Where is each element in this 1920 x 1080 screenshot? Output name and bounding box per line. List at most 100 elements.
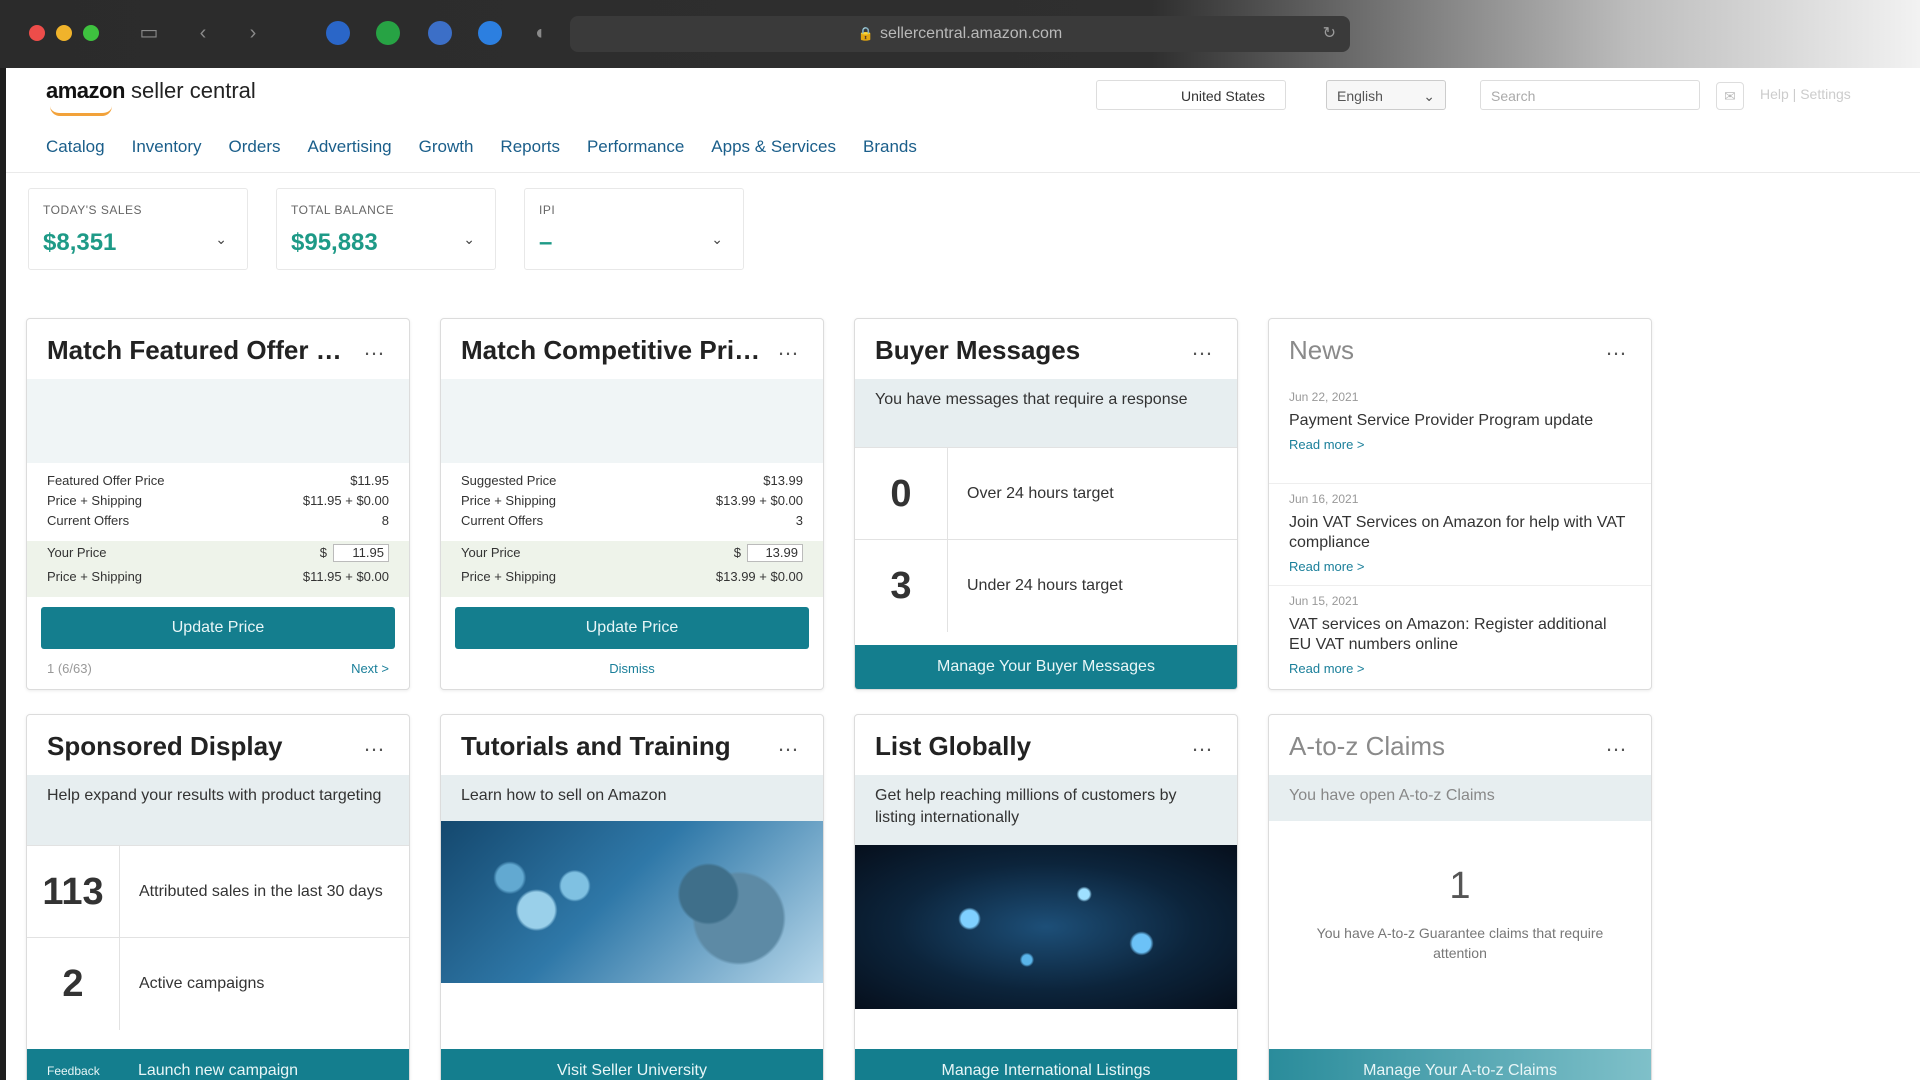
nav-reports[interactable]: Reports [500,130,560,164]
stat-number: 2 [27,938,120,1030]
more-options-icon[interactable]: … [1191,337,1213,359]
chevron-down-icon[interactable]: ⌄ [711,231,723,248]
card-subtitle-band: Help expand your results with product ta… [27,775,409,845]
nav-growth[interactable]: Growth [419,130,474,164]
more-options-icon[interactable]: … [363,733,385,755]
price-row: Current Offers 8 [47,513,389,528]
nav-apps-services[interactable]: Apps & Services [711,130,836,164]
language-selector[interactable]: English ⌄ [1326,80,1446,110]
update-price-button[interactable]: Update Price [41,607,395,649]
amazon-seller-central-logo[interactable]: amazon seller central [46,78,256,116]
next-link[interactable]: Next > [351,661,389,676]
extension-icon-globe[interactable] [428,21,452,45]
zoom-window-button[interactable] [83,25,99,41]
more-options-icon[interactable]: … [777,337,799,359]
chevron-down-icon: ⌄ [1423,88,1435,104]
chevron-down-icon[interactable]: ⌄ [463,231,475,248]
stat-number: 113 [27,846,120,938]
your-price-input[interactable]: 13.99 [747,544,803,562]
feedback-tab[interactable]: Feedback [47,1049,100,1080]
more-options-icon[interactable]: … [1605,733,1627,755]
card-subtitle-band: You have open A-to-z Claims [1269,775,1651,821]
help-settings-links[interactable]: Help | Settings [1760,86,1851,102]
more-options-icon[interactable]: … [1191,733,1213,755]
news-headline[interactable]: Join VAT Services on Amazon for help wit… [1289,513,1631,553]
search-input[interactable]: Search [1480,80,1700,110]
card-title: News [1289,335,1355,365]
card-title: Buyer Messages [875,335,1081,365]
world-map-photo [855,845,1237,1009]
news-card: News … Jun 22, 2021 Payment Service Prov… [1268,318,1652,690]
message-label: Over 24 hours target [967,485,1114,502]
news-divider [1269,483,1651,484]
price-row: Price + Shipping $13.99 + $0.00 [461,493,803,508]
message-label: Under 24 hours target [967,577,1123,594]
manage-claims-button[interactable]: Manage Your A-to-z Claims [1269,1049,1651,1080]
extension-icon-shield[interactable] [478,21,502,45]
ipi-widget[interactable]: IPI – ⌄ [524,188,744,270]
your-price-label: Your Price [47,545,107,560]
price-row: Featured Offer Price $11.95 [47,473,389,488]
button-label: Launch new campaign [137,1062,299,1079]
card-subtitle-band: Get help reaching millions of customers … [855,775,1237,845]
lock-icon: 🔒 [857,26,874,41]
more-options-icon[interactable]: … [1605,337,1627,359]
news-item[interactable]: Jun 22, 2021 Payment Service Provider Pr… [1289,387,1631,455]
card-subtitle-band: You have messages that require a respons… [855,379,1237,447]
message-stat-row: 3 Under 24 hours target [855,539,1237,632]
manage-buyer-messages-button[interactable]: Manage Your Buyer Messages [855,645,1237,689]
main-navigation: Catalog Inventory Orders Advertising Gro… [46,130,944,164]
tutorials-card: Tutorials and Training … Learn how to se… [440,714,824,1080]
chevron-down-icon[interactable]: ⌄ [215,231,227,248]
extension-icon-blue[interactable] [326,21,350,45]
featured-offer-card: Match Featured Offer P... … Featured Off… [26,318,410,690]
news-headline[interactable]: VAT services on Amazon: Register additio… [1289,615,1631,655]
message-count: 0 [855,448,948,540]
training-photo [441,821,823,983]
nav-inventory[interactable]: Inventory [132,130,202,164]
stat-label: Active campaigns [139,975,265,992]
read-more-link[interactable]: Read more > [1289,659,1631,679]
more-options-icon[interactable]: … [777,733,799,755]
close-window-button[interactable] [29,25,45,41]
your-price-input[interactable]: 11.95 [333,544,389,562]
nav-catalog[interactable]: Catalog [46,130,105,164]
message-count: 3 [855,540,948,632]
your-price-label: Your Price [461,545,521,560]
card-header: A-to-z Claims … [1269,715,1651,775]
todays-sales-widget[interactable]: TODAY'S SALES $8,351 ⌄ [28,188,248,270]
stat-label: IPI [539,203,556,217]
visit-seller-university-button[interactable]: Visit Seller University [441,1049,823,1080]
update-price-button[interactable]: Update Price [455,607,809,649]
speaker-icon[interactable]: ◖ [526,20,552,46]
launch-campaign-button[interactable]: Feedback Launch new campaign [27,1049,409,1080]
dismiss-link[interactable]: Dismiss [461,661,803,676]
read-more-link[interactable]: Read more > [1289,557,1631,577]
mail-icon[interactable]: ✉ [1716,82,1744,110]
minimize-window-button[interactable] [56,25,72,41]
extension-icon-green[interactable] [376,21,400,45]
card-title: Sponsored Display [47,731,283,761]
forward-arrow-icon[interactable]: › [240,20,266,46]
nav-performance[interactable]: Performance [587,130,684,164]
sidebar-toggle-icon[interactable]: ▭ [136,20,162,46]
nav-brands[interactable]: Brands [863,130,917,164]
card-title: Tutorials and Training [461,731,731,761]
total-balance-widget[interactable]: TOTAL BALANCE $95,883 ⌄ [276,188,496,270]
nav-advertising[interactable]: Advertising [308,130,392,164]
news-item[interactable]: Jun 16, 2021 Join VAT Services on Amazon… [1289,489,1631,577]
reload-icon[interactable]: ↻ [1323,16,1336,52]
address-bar[interactable]: 🔒 sellercentral.amazon.com ↻ [570,16,1350,52]
news-headline[interactable]: Payment Service Provider Program update [1289,411,1631,431]
marketplace-selector[interactable]: United States [1096,80,1286,110]
read-more-link[interactable]: Read more > [1289,435,1631,455]
price-row: Current Offers 3 [461,513,803,528]
stat-value: $8,351 [43,229,117,256]
more-options-icon[interactable]: … [363,337,385,359]
nav-orders[interactable]: Orders [229,130,281,164]
manage-international-listings-button[interactable]: Manage International Listings [855,1049,1237,1080]
news-divider [1269,585,1651,586]
back-arrow-icon[interactable]: ‹ [190,20,216,46]
news-item[interactable]: Jun 15, 2021 VAT services on Amazon: Reg… [1289,591,1631,679]
card-header: Tutorials and Training … [441,715,823,775]
